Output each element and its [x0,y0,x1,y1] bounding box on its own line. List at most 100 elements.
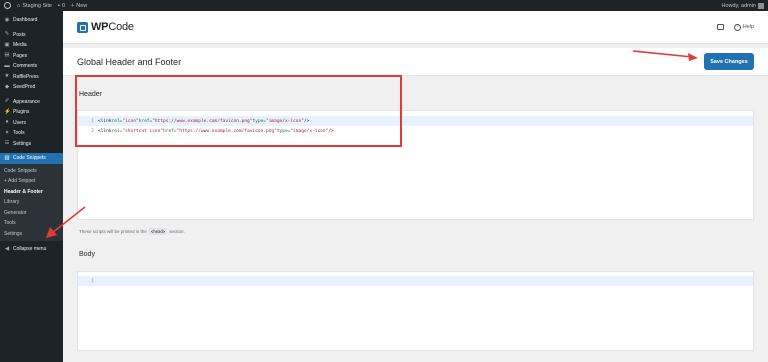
dashboard-icon: ◉ [4,16,10,23]
help-label: Help [742,24,754,30]
code-token: "shortcut icon" [122,128,164,134]
comments-count: 0 [61,2,66,9]
sidebar-item-plugins[interactable]: ⚡ Plugins [0,107,63,118]
help-icon: ? [733,23,741,31]
code-token: href= [138,118,153,124]
comment-icon: ▬ [4,62,10,69]
plugin-header: WPCode ? Help [63,11,768,44]
code-icon: ▧ [4,154,10,161]
seed-icon: ◆ [4,83,10,90]
line-number: 1 [91,278,94,284]
submenu-header-footer[interactable]: Header & Footer [0,187,63,198]
account-menu[interactable]: Howdy, admin [722,2,764,9]
logo-suffix: Code [108,21,134,33]
sidebar-item-code-snippets[interactable]: ▧ Code Snippets [0,153,63,164]
admin-bar: ⌂ Staging Site ▪ 0 + New Howdy, admin [0,0,768,11]
sidebar-item-label: Dashboard [13,17,38,24]
code-token: type= [276,128,291,134]
sidebar-item-settings[interactable]: ☰ Settings [0,139,63,150]
header-code-editor[interactable]: 1 <link rel= "icon" href= "https://www.exa… [77,110,754,220]
sidebar-item-appearance[interactable]: ✐ Appearance [0,97,63,108]
sidebar-item-tools[interactable]: ✦ Tools [0,128,63,139]
sidebar-item-label: Appearance [13,98,40,105]
code-token: /> [328,128,334,134]
sidebar-item-users[interactable]: ● Users [0,118,63,129]
save-changes-button[interactable]: Save Changes [704,53,754,70]
sidebar-item-posts[interactable]: ✎ Posts [0,30,63,41]
sidebar-item-dashboard[interactable]: ◉ Dashboard [0,15,63,26]
sidebar-item-label: Media [13,42,27,49]
code-token: <link [98,128,112,134]
brush-icon: ✐ [4,98,10,104]
note-text: These scripts will be printed in the [79,229,147,234]
collapse-label: Collapse menu [13,246,47,253]
page-icon: ▤ [4,52,10,58]
new-content-link[interactable]: + New [71,3,87,9]
avatar [758,2,764,9]
wrench-icon: ✦ [4,129,10,136]
wordpress-logo-icon[interactable] [4,2,11,9]
sidebar-item-pages[interactable]: ▤ Pages [0,51,63,62]
main-content: WPCode ? Help Global Header and Footer Sa… [63,11,768,362]
settings-icon: ☰ [4,140,10,146]
header-section-title: Header [79,91,102,98]
body-section-title: Body [79,251,95,258]
home-icon: ⌂ [17,2,21,9]
head-tag-code: <head> [148,228,168,235]
sidebar-item-label: Posts [13,31,26,38]
body-code-editor[interactable]: 1 [77,271,754,351]
sidebar-item-label: Tools [13,130,25,137]
code-token: type= [252,118,266,124]
code-token: "https://www.example.com/favicon.png" [152,118,253,124]
wpcode-logo-icon [77,21,88,33]
admin-sidebar: ◉ Dashboard ✎ Posts ▣ Media ▤ Pages ▬ Comment… [0,11,63,362]
sidebar-item-label: Plugins [13,109,30,116]
code-line: 1 [78,276,753,286]
page-title: Global Header and Footer [77,56,182,67]
site-name: Staging Site [22,2,52,9]
code-token: rel= [111,118,123,124]
site-name-link[interactable]: ⌂ Staging Site [17,3,52,9]
code-token: "https://www.example.com/favicon.png" [176,128,277,134]
sidebar-item-comments[interactable]: ▬ Comments [0,61,63,72]
submenu-code-snippets[interactable]: Code Snippets [0,166,63,177]
sidebar-item-label: Settings [13,140,32,147]
wpcode-logo: WPCode [77,21,134,33]
code-token: "image/x-icon" [290,128,329,134]
code-token: /> [303,118,310,124]
sidebar-item-label: Code Snippets [13,155,46,162]
comments-link[interactable]: ▪ 0 [58,3,65,9]
submenu-generator[interactable]: Generator [0,208,63,219]
plugin-icon: ⚡ [4,108,11,115]
note-text: section. [169,229,185,234]
help-button[interactable]: ? Help [733,23,754,31]
raffle-icon: ★ [4,73,10,79]
submenu-library[interactable]: Library [0,197,63,208]
sidebar-item-label: Comments [13,63,38,70]
collapse-menu-button[interactable]: ◀ Collapse menu [0,244,63,255]
submenu-add-snippet[interactable]: + Add Snippet [0,176,63,187]
new-label: New [76,2,88,9]
code-token: "image/x-icon" [266,118,304,124]
sidebar-item-seedprod[interactable]: ◆ SeedProd [0,82,63,93]
code-token: <link [98,118,112,124]
line-number: 2 [91,128,94,134]
line-number: 1 [91,118,94,124]
code-snippets-submenu: Code Snippets + Add Snippet Header & Foo… [0,163,63,241]
media-icon: ▣ [4,41,10,48]
sidebar-item-label: Pages [13,52,28,59]
page-titlebar: Global Header and Footer Save Changes [63,48,768,76]
comment-icon: ▪ [58,2,60,9]
code-line: 1 <link rel= "icon" href= "https://www.exa… [78,116,753,126]
sidebar-item-rafflepress[interactable]: ★ RafflePress [0,72,63,83]
code-token: "icon" [122,118,139,124]
code-token: href= [163,128,177,134]
pin-icon: ✎ [4,31,10,37]
notifications-icon[interactable] [716,24,724,30]
logo-prefix: WP [91,21,109,33]
user-icon: ● [5,119,9,125]
sidebar-item-media[interactable]: ▣ Media [0,40,63,51]
submenu-settings[interactable]: Settings [0,229,63,240]
sidebar-item-label: Users [13,119,27,126]
submenu-tools[interactable]: Tools [0,218,63,229]
